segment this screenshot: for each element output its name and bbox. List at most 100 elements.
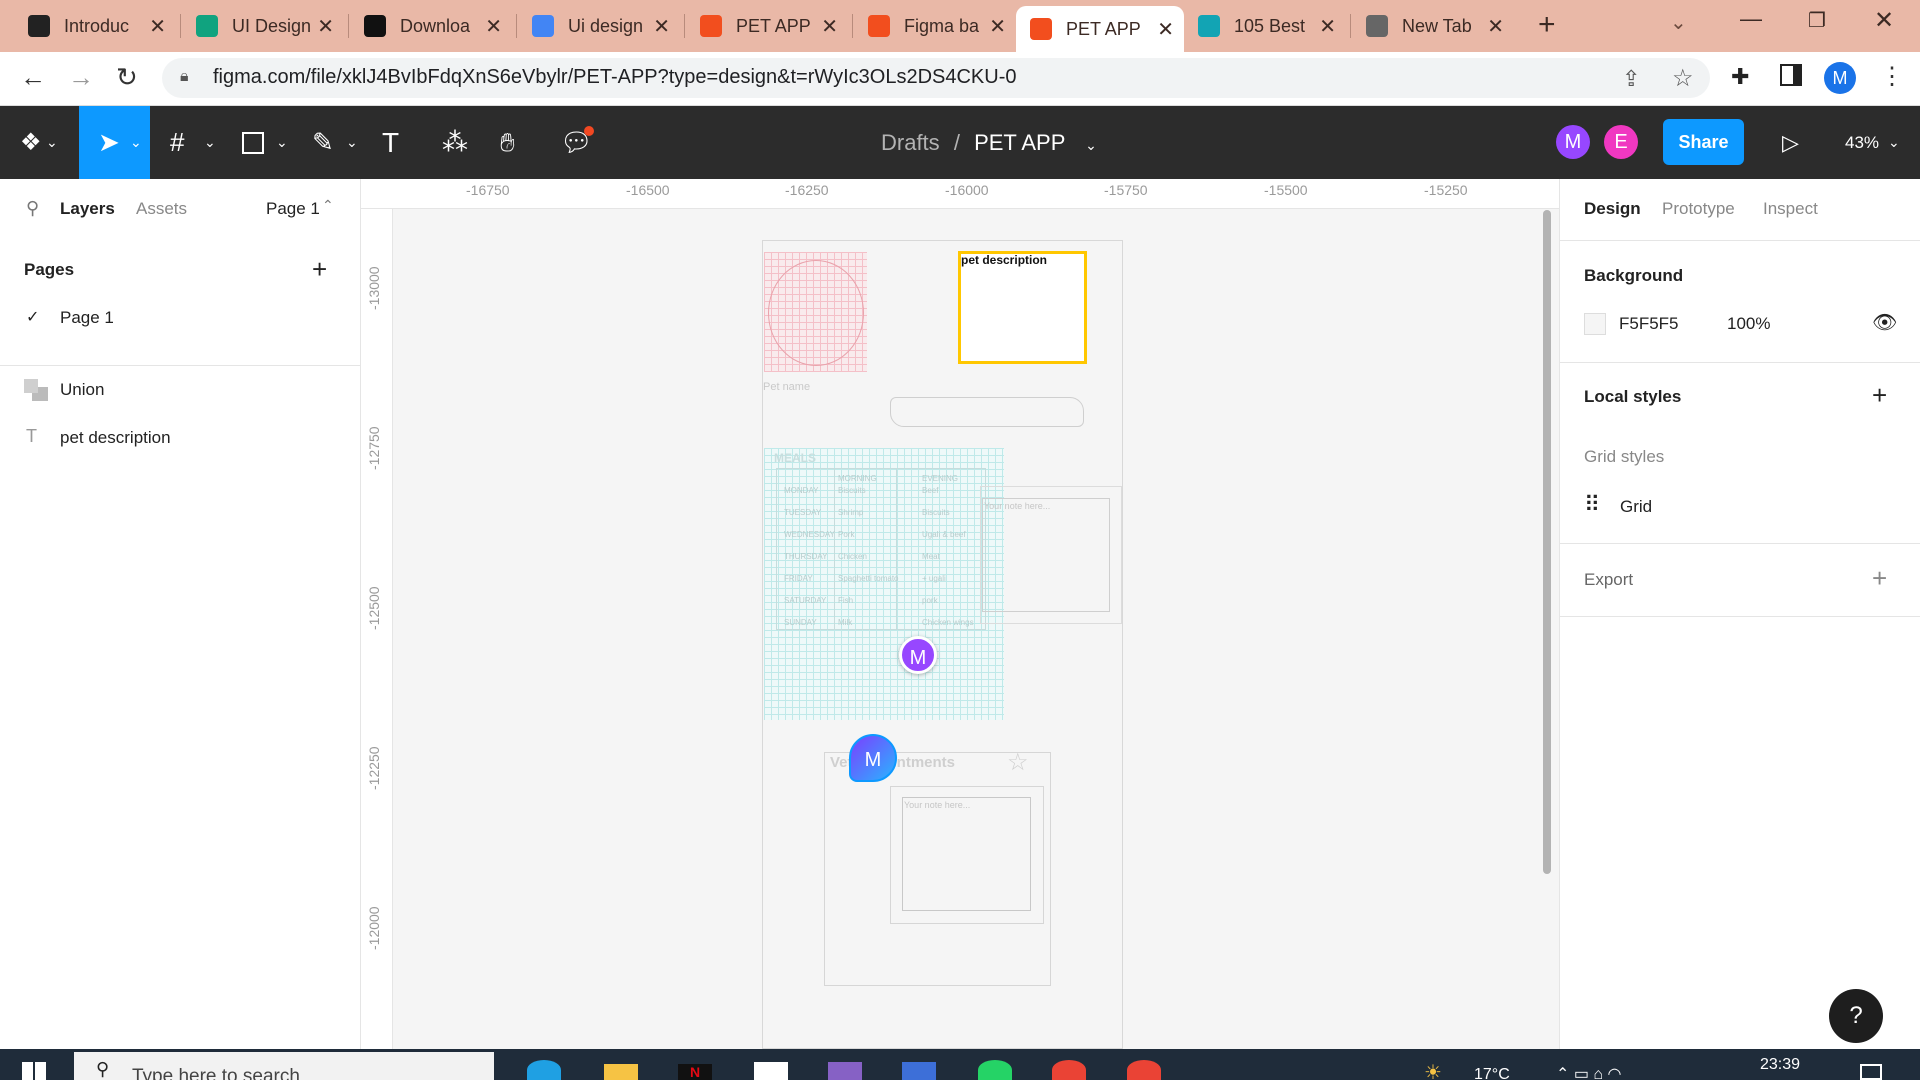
chrome-icon[interactable] bbox=[1127, 1060, 1161, 1080]
close-tab-icon[interactable]: ✕ bbox=[317, 14, 334, 39]
browser-tab[interactable]: Downloa ✕ bbox=[350, 6, 512, 46]
extensions-icon[interactable]: ✚ bbox=[1731, 64, 1749, 90]
chevron-down-icon[interactable]: ⌄ bbox=[1085, 137, 1097, 153]
chevron-down-icon[interactable]: ⌄ bbox=[1888, 106, 1900, 179]
page-item[interactable]: Page 1 bbox=[60, 308, 114, 328]
layer-pet-description[interactable]: pet description bbox=[60, 428, 171, 448]
ruler-tick-label: -15500 bbox=[1264, 182, 1308, 198]
note-box[interactable] bbox=[982, 498, 1110, 612]
browser-tab[interactable]: Figma ba ✕ bbox=[854, 6, 1016, 46]
resources-icon[interactable]: ⁂ bbox=[442, 106, 468, 179]
hand-tool-icon[interactable]: ✋︎ bbox=[500, 106, 515, 179]
close-tab-icon[interactable]: ✕ bbox=[1157, 17, 1174, 42]
close-window-icon[interactable]: ✕ bbox=[1874, 6, 1894, 35]
minimize-icon[interactable]: — bbox=[1740, 6, 1762, 32]
pet-description-text[interactable]: pet description bbox=[961, 253, 1047, 267]
share-page-icon[interactable]: ⇪ bbox=[1622, 66, 1640, 92]
bookmark-star-icon[interactable]: ☆ bbox=[1672, 64, 1694, 93]
breadcrumb-drafts[interactable]: Drafts bbox=[881, 130, 940, 155]
share-button[interactable]: Share bbox=[1663, 119, 1744, 165]
browser-tab[interactable]: 105 Best ✕ bbox=[1184, 6, 1346, 46]
reload-icon[interactable]: ↻ bbox=[116, 62, 138, 93]
canvas-scrollbar[interactable] bbox=[1543, 210, 1551, 874]
browser-tab[interactable]: UI Design ✕ bbox=[182, 6, 344, 46]
close-tab-icon[interactable]: ✕ bbox=[1319, 14, 1336, 39]
tab-layers[interactable]: Layers bbox=[60, 199, 115, 219]
ruler-tick-label: -15250 bbox=[1424, 182, 1468, 198]
add-style-icon[interactable]: + bbox=[1872, 380, 1887, 411]
pen-tool-icon[interactable]: ✎ bbox=[312, 106, 334, 179]
cursor-icon[interactable]: ➤ bbox=[98, 106, 120, 179]
search-icon[interactable]: ⚲ bbox=[26, 198, 39, 219]
avatar-e[interactable]: E bbox=[1604, 125, 1638, 159]
chevron-up-icon[interactable]: ⌃ bbox=[322, 197, 334, 214]
tab-prototype[interactable]: Prototype bbox=[1662, 199, 1735, 219]
url-text[interactable]: figma.com/file/xklJ4BvIbFdqXnS6eVbylr/PE… bbox=[213, 66, 1017, 89]
file-explorer-icon[interactable] bbox=[604, 1064, 638, 1080]
file-name[interactable]: PET APP bbox=[974, 130, 1065, 155]
store-icon[interactable] bbox=[754, 1062, 788, 1080]
tab-inspect[interactable]: Inspect bbox=[1763, 199, 1818, 219]
tab-assets[interactable]: Assets bbox=[136, 199, 187, 219]
browser-tab[interactable]: PET APP ✕ bbox=[1016, 6, 1184, 52]
sidepanel-icon[interactable] bbox=[1780, 64, 1802, 86]
help-button[interactable]: ? bbox=[1829, 989, 1883, 1043]
tab-design[interactable]: Design bbox=[1584, 199, 1641, 219]
color-swatch[interactable] bbox=[1584, 313, 1606, 335]
back-icon[interactable]: ← bbox=[20, 62, 46, 93]
browser-tab[interactable]: Introduc ✕ bbox=[14, 6, 176, 46]
star-icon[interactable]: ☆ bbox=[1007, 748, 1029, 777]
close-tab-icon[interactable]: ✕ bbox=[653, 14, 670, 39]
properties-panel bbox=[1559, 179, 1920, 1049]
chevron-down-icon[interactable]: ⌄ bbox=[204, 106, 216, 179]
close-tab-icon[interactable]: ✕ bbox=[821, 14, 838, 39]
netflix-icon[interactable]: N bbox=[678, 1064, 712, 1080]
tab-search-icon[interactable]: ⌄ bbox=[1670, 10, 1687, 35]
vet-note-box[interactable] bbox=[902, 797, 1031, 911]
browser-tab[interactable]: New Tab ✕ bbox=[1352, 6, 1514, 46]
chrome-icon[interactable] bbox=[1052, 1060, 1086, 1080]
clock-time[interactable]: 23:39 bbox=[1760, 1056, 1800, 1074]
pet-description-box[interactable] bbox=[958, 251, 1087, 364]
background-opacity[interactable]: 100% bbox=[1727, 314, 1770, 334]
add-page-icon[interactable]: + bbox=[312, 254, 327, 285]
visual-studio-icon[interactable] bbox=[828, 1062, 862, 1080]
forward-icon[interactable]: → bbox=[68, 62, 94, 93]
eye-icon[interactable]: 👁︎ bbox=[1872, 310, 1897, 335]
grid-style-item[interactable]: Grid bbox=[1620, 497, 1652, 517]
chevron-down-icon[interactable]: ⌄ bbox=[130, 106, 142, 179]
browser-menu-icon[interactable]: ⋮ bbox=[1880, 62, 1904, 91]
close-tab-icon[interactable]: ✕ bbox=[989, 14, 1006, 39]
browser-tab[interactable]: PET APP ✕ bbox=[686, 6, 848, 46]
whatsapp-icon[interactable] bbox=[978, 1060, 1012, 1080]
profile-avatar[interactable]: M bbox=[1824, 62, 1856, 94]
new-tab-button[interactable]: + bbox=[1538, 8, 1556, 42]
weather-temp[interactable]: 17°C bbox=[1474, 1066, 1510, 1080]
present-play-icon[interactable]: ▷ bbox=[1782, 106, 1799, 179]
background-hex[interactable]: F5F5F5 bbox=[1619, 314, 1679, 334]
shape-tool-icon[interactable] bbox=[242, 132, 264, 154]
browser-tab[interactable]: Ui design ✕ bbox=[518, 6, 680, 46]
avatar-m[interactable]: M bbox=[1556, 125, 1590, 159]
figma-menu-icon[interactable]: ❖ bbox=[20, 106, 42, 179]
page-select[interactable]: Page 1 bbox=[266, 199, 320, 219]
frame-tool-icon[interactable]: # bbox=[170, 106, 184, 179]
add-export-icon[interactable]: + bbox=[1872, 563, 1887, 594]
restore-icon[interactable]: ❐ bbox=[1808, 8, 1826, 33]
chevron-down-icon[interactable]: ⌄ bbox=[346, 106, 358, 179]
close-tab-icon[interactable]: ✕ bbox=[485, 14, 502, 39]
app-icon[interactable] bbox=[902, 1062, 936, 1080]
chevron-down-icon[interactable]: ⌄ bbox=[276, 106, 288, 179]
comment-tool-icon[interactable]: 💬︎ bbox=[560, 106, 593, 179]
close-tab-icon[interactable]: ✕ bbox=[149, 14, 166, 39]
text-tool-icon[interactable]: T bbox=[382, 106, 399, 179]
zoom-level[interactable]: 43% bbox=[1845, 133, 1879, 153]
chevron-down-icon[interactable]: ⌄ bbox=[46, 106, 58, 179]
close-tab-icon[interactable]: ✕ bbox=[1487, 14, 1504, 39]
export-heading[interactable]: Export bbox=[1584, 570, 1633, 590]
tray-icons[interactable]: ⌃ ▭ ⌂ ◠ bbox=[1556, 1064, 1621, 1080]
layer-union[interactable]: Union bbox=[60, 380, 104, 400]
edge-icon[interactable] bbox=[527, 1060, 561, 1080]
notifications-icon[interactable] bbox=[1860, 1064, 1882, 1080]
windows-start-icon[interactable] bbox=[22, 1062, 46, 1080]
